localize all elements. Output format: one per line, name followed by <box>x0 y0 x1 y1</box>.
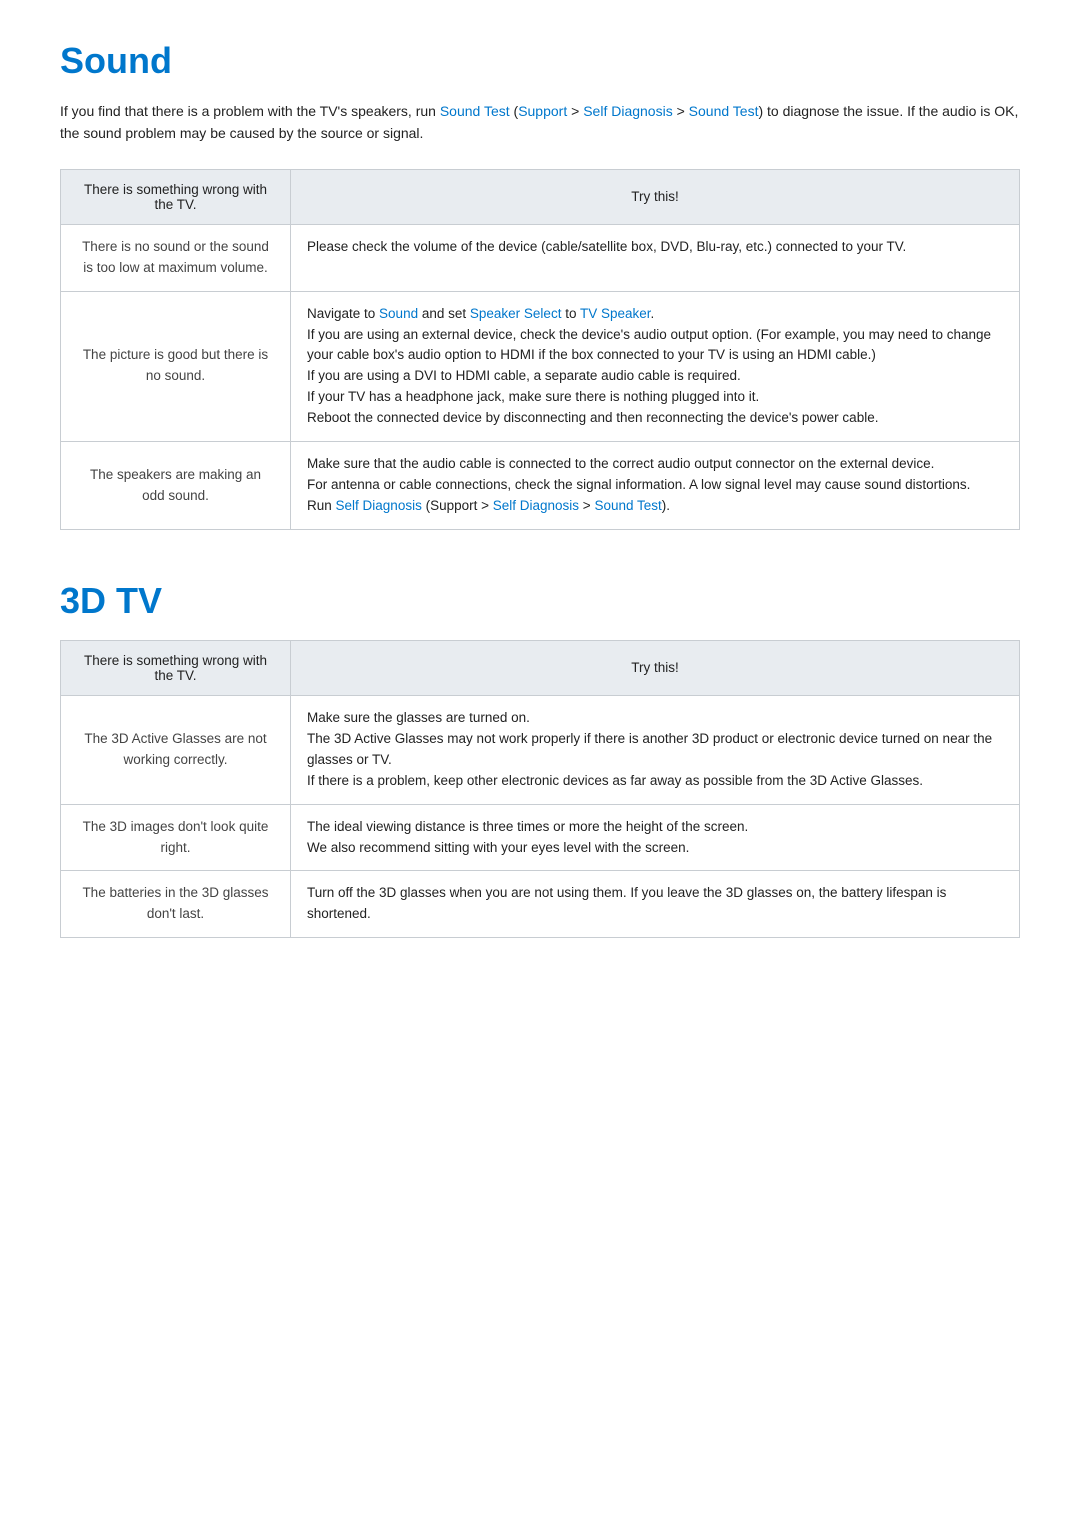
table-row: There is no sound or the sound is too lo… <box>61 224 1020 291</box>
self-diagnosis-link-3[interactable]: Self Diagnosis <box>493 498 579 513</box>
sound-problem-2: The picture is good but there is no soun… <box>61 291 291 442</box>
sound-col1-header: There is something wrong with the TV. <box>61 169 291 224</box>
tv-speaker-link[interactable]: TV Speaker <box>580 306 651 321</box>
sound-test-link-3[interactable]: Sound Test <box>594 498 661 513</box>
sound-table: There is something wrong with the TV. Tr… <box>60 169 1020 530</box>
3dtv-section: 3D TV There is something wrong with the … <box>60 580 1020 938</box>
3dtv-problem-1: The 3D Active Glasses are not working co… <box>61 695 291 804</box>
sound-solution-2: Navigate to Sound and set Speaker Select… <box>291 291 1020 442</box>
3dtv-problem-2: The 3D images don't look quite right. <box>61 804 291 871</box>
sound-link[interactable]: Sound <box>379 306 418 321</box>
sound-problem-3: The speakers are making an odd sound. <box>61 442 291 530</box>
table-row: The speakers are making an odd sound. Ma… <box>61 442 1020 530</box>
3dtv-solution-2: The ideal viewing distance is three time… <box>291 804 1020 871</box>
sound-problem-1: There is no sound or the sound is too lo… <box>61 224 291 291</box>
sound-col2-header: Try this! <box>291 169 1020 224</box>
table-row: The 3D images don't look quite right. Th… <box>61 804 1020 871</box>
3dtv-problem-3: The batteries in the 3D glasses don't la… <box>61 871 291 938</box>
speaker-select-link[interactable]: Speaker Select <box>470 306 562 321</box>
sound-solution-3: Make sure that the audio cable is connec… <box>291 442 1020 530</box>
3dtv-solution-1: Make sure the glasses are turned on. The… <box>291 695 1020 804</box>
table-row: The 3D Active Glasses are not working co… <box>61 695 1020 804</box>
3dtv-table: There is something wrong with the TV. Tr… <box>60 640 1020 938</box>
sound-intro: If you find that there is a problem with… <box>60 100 1020 145</box>
3dtv-title: 3D TV <box>60 580 1020 622</box>
3dtv-col1-header: There is something wrong with the TV. <box>61 640 291 695</box>
sound-test-link-1[interactable]: Sound Test <box>440 103 510 119</box>
3dtv-col2-header: Try this! <box>291 640 1020 695</box>
self-diagnosis-link-2[interactable]: Self Diagnosis <box>336 498 422 513</box>
sound-test-link-2[interactable]: Sound Test <box>689 103 759 119</box>
sound-title: Sound <box>60 40 1020 82</box>
table-row: The batteries in the 3D glasses don't la… <box>61 871 1020 938</box>
table-row: The picture is good but there is no soun… <box>61 291 1020 442</box>
self-diagnosis-link-1[interactable]: Self Diagnosis <box>583 103 673 119</box>
sound-solution-1: Please check the volume of the device (c… <box>291 224 1020 291</box>
3dtv-solution-3: Turn off the 3D glasses when you are not… <box>291 871 1020 938</box>
sound-section: Sound If you find that there is a proble… <box>60 40 1020 530</box>
support-link[interactable]: Support <box>518 103 567 119</box>
